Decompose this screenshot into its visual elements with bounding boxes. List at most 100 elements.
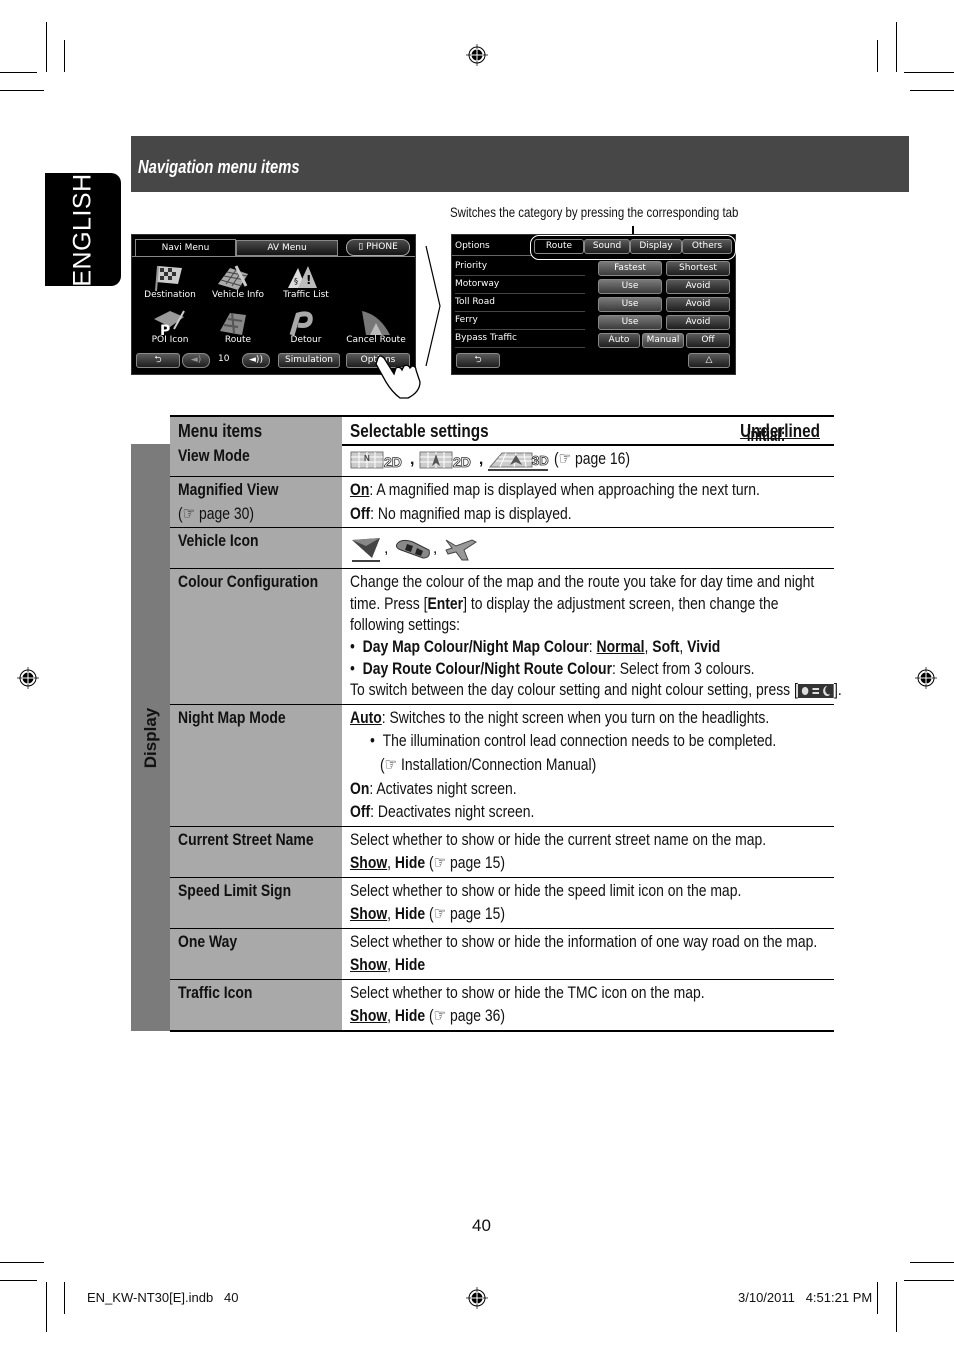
vehicle-car-icon[interactable] [393,536,433,562]
vehicle-jet-icon[interactable] [442,536,482,562]
setting-off: Off: No magnified map is displayed. [350,503,572,525]
option-bypass-auto-button[interactable]: Auto [598,333,640,348]
crop-mark [910,1262,954,1263]
option-show: Show [350,904,388,923]
detour-icon[interactable] [284,307,318,337]
tab-phone[interactable]: ▯ PHONE [346,239,410,256]
tab-divider [132,256,415,257]
day-night-toggle-icon[interactable] [797,683,834,699]
destination-flag-icon[interactable] [152,262,186,292]
tab-sound[interactable]: Sound [584,239,630,254]
callout-text: Switches the category by pressing the co… [450,204,739,220]
back-button[interactable]: ⮌ [456,353,500,368]
header-selectable-settings: Selectable settings [350,421,489,441]
text: ] to display the adjustment screen, then… [463,594,779,613]
text: The illumination control lead connection… [382,731,777,750]
menu-item-name: Traffic Icon [178,983,253,1002]
volume-up-button[interactable]: ◄)) [242,353,270,368]
page-reference: (☞ page 15) [425,904,506,923]
option-hide: Hide [394,1006,426,1025]
vehicle-arrow-icon[interactable] [350,536,384,562]
table-row: Speed Limit Sign Select whether to show … [170,878,834,929]
description-line: Change the colour of the map and the rou… [350,572,815,591]
page-reference: (☞ page 36) [425,1006,506,1025]
route-icon[interactable] [216,307,250,337]
option-ferry-avoid-button[interactable]: Avoid [666,315,730,330]
speaker-icon: ◄) [190,355,202,365]
registration-mark-icon [915,667,937,689]
text: To switch between the day colour setting… [350,680,798,699]
view-mode-north-up-2d-icon[interactable]: N 2D [350,450,410,470]
options-screen: Options Route Sound Display Others Prior… [451,234,736,375]
map-button[interactable]: △ [688,353,730,368]
crop-mark [877,40,878,72]
option-show: Show [350,1006,388,1025]
option-show: Show [350,955,388,974]
menu-item-poi-icon[interactable]: POI Icon [134,335,206,345]
option-bypass-off-button[interactable]: Off [686,333,730,348]
crop-mark [64,1282,65,1314]
option-description: : A magnified map is displayed when appr… [369,480,760,499]
tab-navi-menu[interactable]: Navi Menu [135,239,236,256]
tab-display[interactable]: Display [630,239,682,254]
option-bypass-manual-button[interactable]: Manual [642,333,684,348]
volume-down-button[interactable]: ◄) [182,353,210,368]
view-mode-3d-icon[interactable]: 3D [487,449,550,471]
menu-item-traffic-list[interactable]: Traffic List [270,290,342,300]
menu-item-route[interactable]: Route [202,335,274,345]
group-label-column: Display [131,444,170,1031]
menu-item-detour[interactable]: Detour [270,335,342,345]
registration-mark-icon [17,667,39,689]
traffic-list-icon[interactable]: !§ [284,262,318,292]
crop-mark [910,90,954,91]
vehicle-info-icon[interactable] [216,262,250,292]
simulation-button[interactable]: Simulation [278,353,340,368]
crop-mark [896,1282,897,1332]
description-line: Select whether to show or hide the curre… [350,830,767,849]
menu-item-name: Magnified View [178,480,279,499]
svg-text:N: N [364,454,370,463]
option-ferry-use-button[interactable]: Use [598,315,662,330]
menu-item-destination[interactable]: Destination [134,290,206,300]
footer-file-name: EN_KW-NT30[E].indb 40 [87,1290,239,1305]
option-motorway-use-button[interactable]: Use [598,279,662,294]
option-description: : No magnified map is displayed. [370,504,572,523]
option-fastest-button[interactable]: Fastest [598,261,662,276]
option-toll-use-button[interactable]: Use [598,297,662,312]
tab-av-menu[interactable]: AV Menu [236,240,338,256]
crop-mark [877,1282,878,1314]
crop-mark [896,22,897,72]
tab-others[interactable]: Others [682,239,732,254]
language-tab: ENGLISH [45,173,121,286]
menu-item-vehicle-info[interactable]: Vehicle Info [202,290,274,300]
setting-on: On: Activates night screen. [350,778,517,800]
page-reference: (☞ page 30) [178,504,255,523]
option-toll-avoid-button[interactable]: Avoid [666,297,730,312]
poi-icon[interactable]: P [152,307,186,337]
table-row: Vehicle Icon , , [170,528,834,569]
crop-mark [46,1282,47,1332]
page-number: 40 [472,1216,491,1235]
option-soft: Soft [652,637,680,656]
option-shortest-button[interactable]: Shortest [666,261,730,276]
description-line: following settings: [350,615,461,634]
hand-pointer-icon [375,355,421,399]
menu-item-name: Night Map Mode [178,708,286,727]
menu-item-cancel-route[interactable]: Cancel Route [340,335,412,345]
menu-item-name: Colour Configuration [178,572,319,591]
option-motorway-avoid-button[interactable]: Avoid [666,279,730,294]
crop-mark [46,22,47,72]
view-mode-heading-up-2d-icon[interactable]: 2D [419,450,479,470]
table-row: Night Map Mode Auto: Switches to the nig… [170,705,834,827]
text: time. Press [ [350,594,428,613]
options-line: Show, Hide (☞ page 15) [350,853,506,872]
option-show: Show [350,853,388,872]
cancel-route-icon[interactable] [360,307,394,337]
option-label-toll-road: Toll Road [455,294,585,312]
view-mode-options: N 2D, 2D, 3D (☞ page 16) [350,449,647,471]
options-line: Show, Hide (☞ page 36) [350,1006,506,1025]
text: : Select from 3 colours. [611,659,755,678]
back-button[interactable]: ⮌ [136,353,180,368]
tab-route[interactable]: Route [534,239,584,254]
option-off: Off [350,504,371,523]
